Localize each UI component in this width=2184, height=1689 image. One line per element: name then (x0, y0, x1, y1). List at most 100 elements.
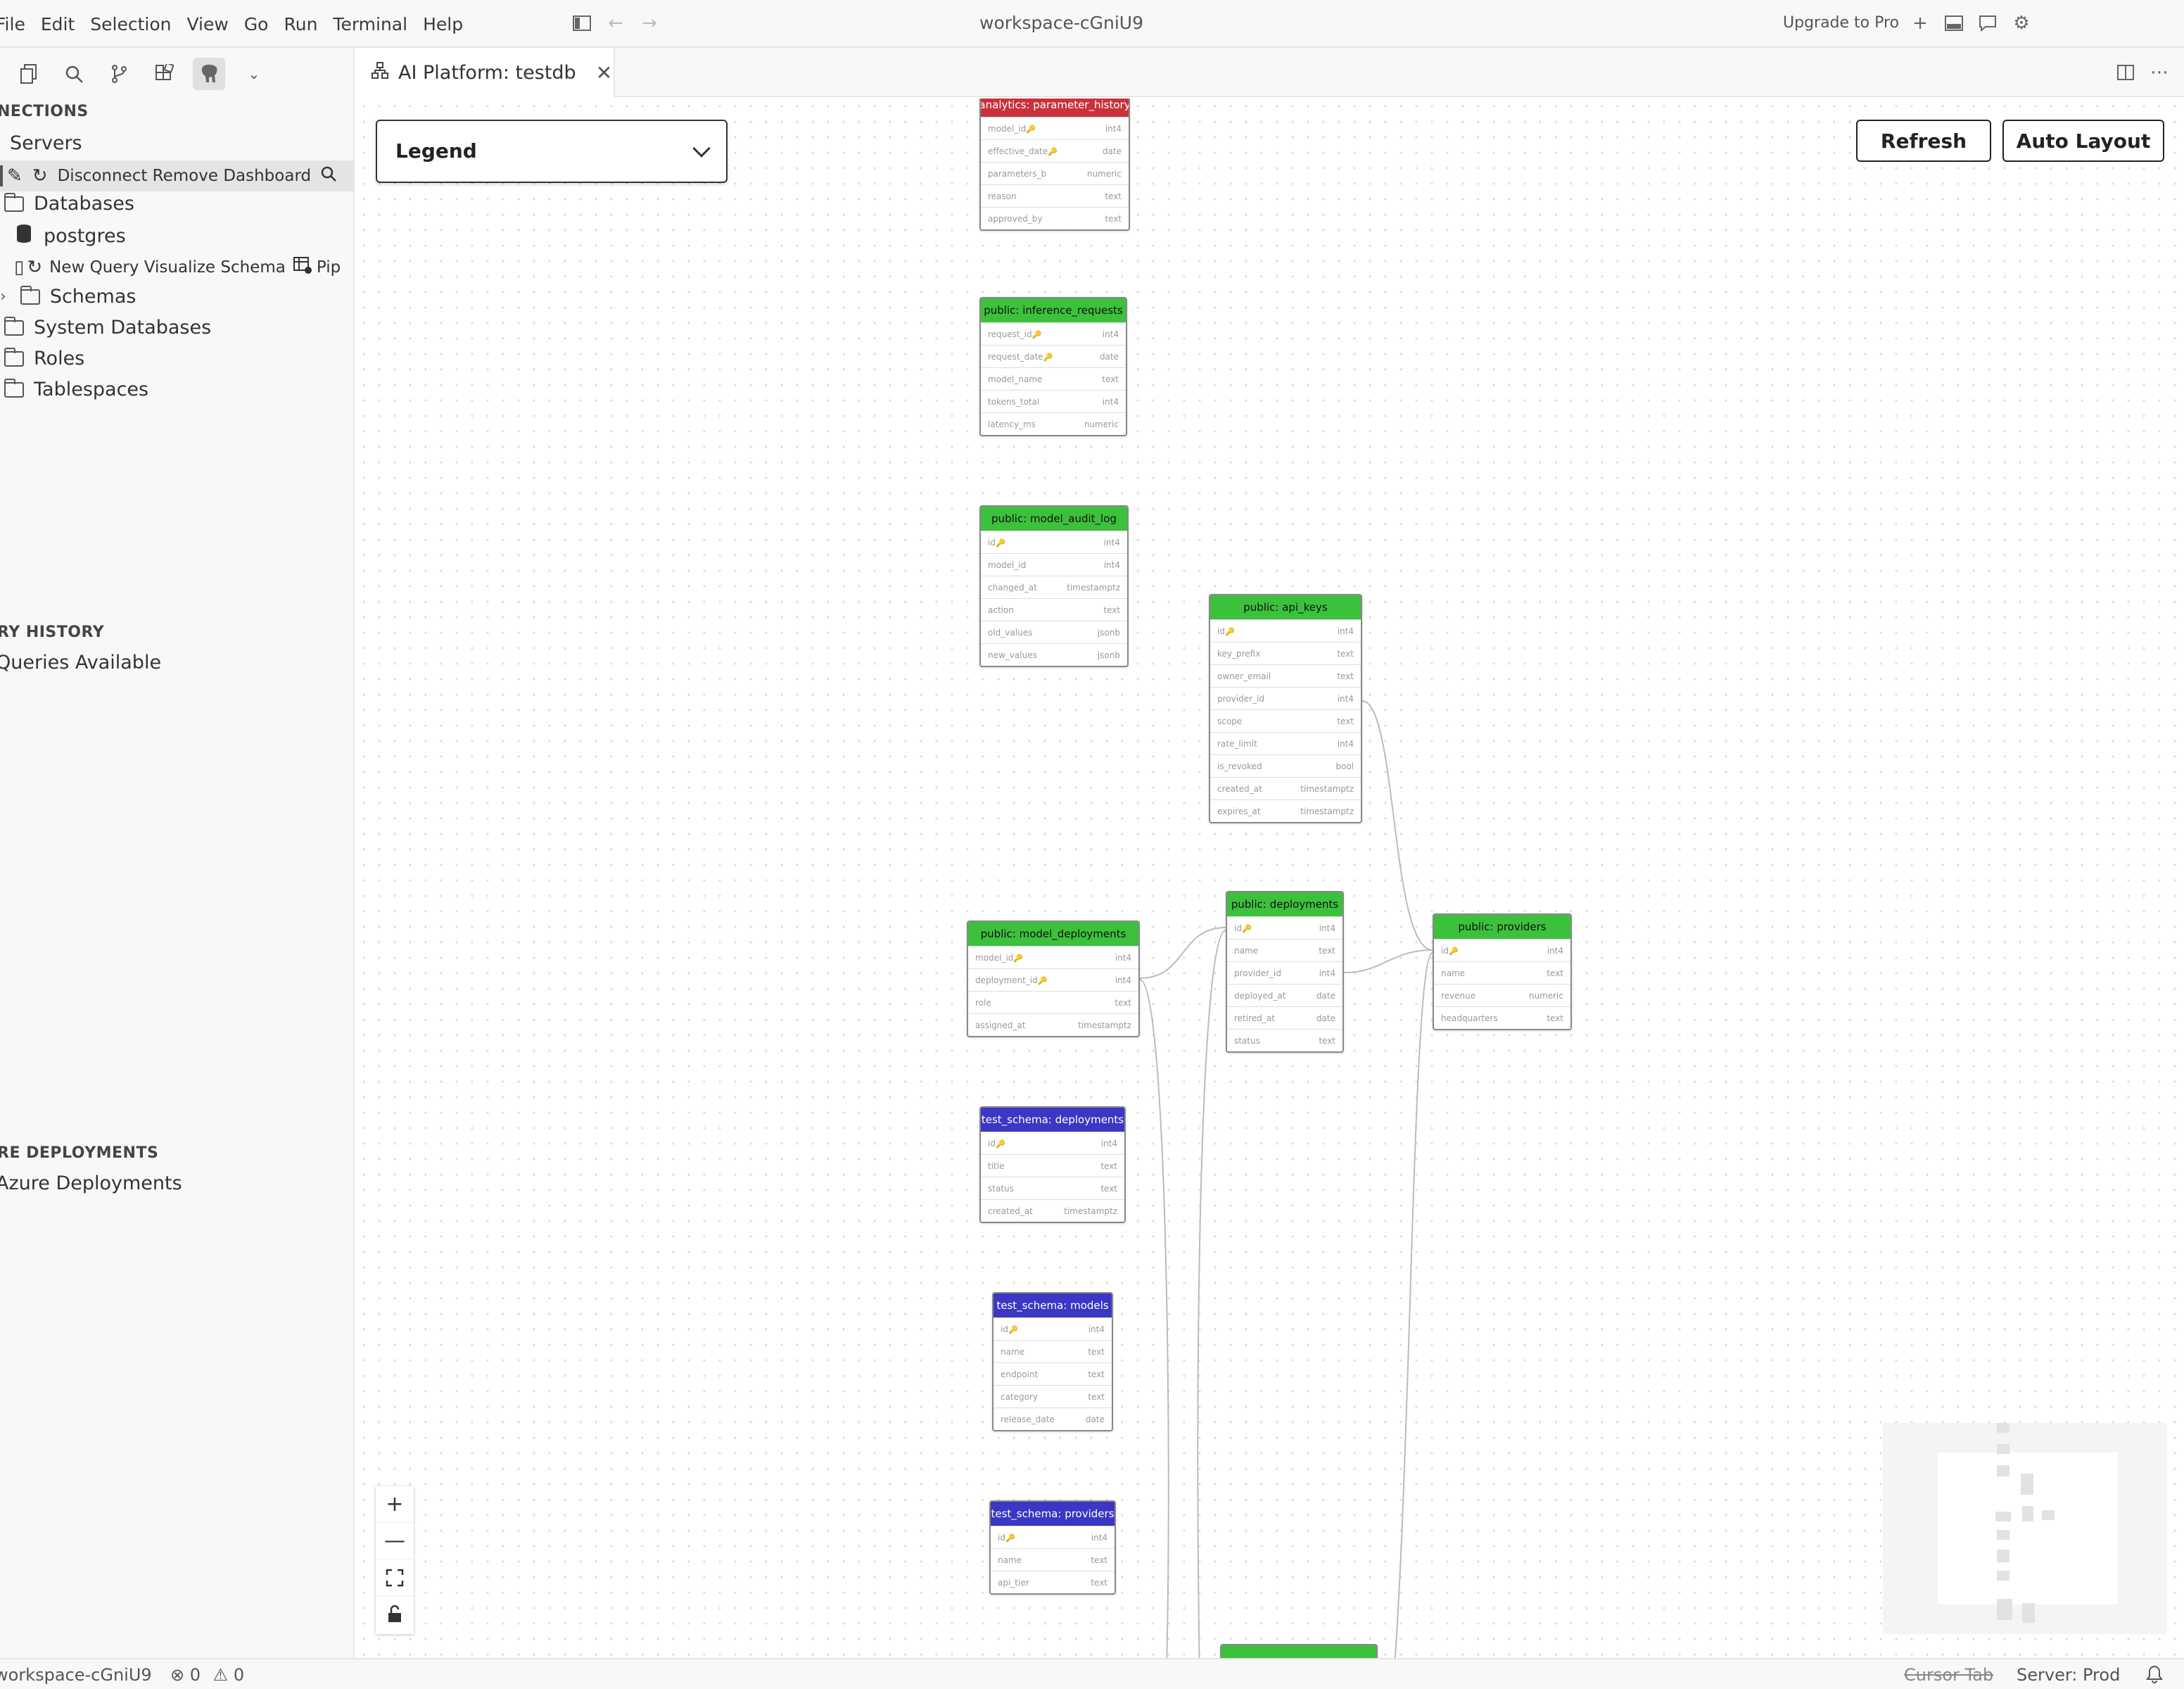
column-type: date (1102, 146, 1122, 156)
table-icon[interactable] (293, 256, 312, 279)
refresh-button[interactable]: Refresh (1856, 120, 1991, 162)
column-type: date (1099, 351, 1119, 362)
auto-layout-button[interactable]: Auto Layout (2002, 120, 2164, 162)
column-name: id🔑 (998, 1532, 1015, 1543)
erd-table[interactable]: analytics: parameter_history model_id🔑 int… (979, 99, 1130, 231)
tree-tablespaces[interactable]: Tablespaces (4, 378, 148, 400)
erd-column-row: parameters_b numeric (981, 162, 1129, 184)
minimap[interactable] (1883, 1423, 2167, 1634)
tree-schemas[interactable]: › Schemas (0, 285, 136, 308)
column-name: role (975, 997, 991, 1008)
column-name: rate_limit (1217, 738, 1257, 749)
menu-go[interactable]: Go (244, 14, 269, 34)
tree-system-databases[interactable]: System Databases (4, 316, 211, 339)
db-actions[interactable]: New Query Visualize Schema (49, 258, 286, 277)
problems-indicator[interactable]: ⊗ 0 ⚠ 0 (170, 1665, 244, 1685)
erd-table[interactable]: public: deployments id🔑 int4 name text provid… (1226, 891, 1344, 1053)
erd-column-row: name text (1227, 939, 1342, 961)
column-name: status (988, 1183, 1014, 1194)
menu-selection[interactable]: Selection (90, 14, 171, 34)
query-history-header: RY HISTORY (0, 624, 105, 641)
menu-view[interactable]: View (186, 14, 228, 34)
tree-postgres[interactable]: postgres (15, 224, 126, 248)
erd-table[interactable]: public: providers id🔑 int4 name text revenue n… (1433, 913, 1572, 1030)
pipeline-action[interactable]: Pip (317, 258, 341, 277)
tree-databases[interactable]: Databases (4, 192, 134, 215)
menu-edit[interactable]: Edit (41, 14, 75, 34)
deployments-empty: Azure Deployments (0, 1172, 182, 1194)
chevron-down-icon[interactable]: ⌄ (238, 58, 270, 90)
column-type: bool (1335, 761, 1354, 771)
bell-icon[interactable] (2146, 1665, 2163, 1688)
erd-column-row: name text (1434, 961, 1570, 984)
column-name: name (1001, 1346, 1025, 1357)
erd-table[interactable]: test_schema: models id🔑 int4 name text endpoi… (992, 1292, 1113, 1431)
erd-table[interactable]: test_schema: providers id🔑 int4 name text api… (989, 1500, 1116, 1595)
erd-column-row: id🔑 int4 (981, 1132, 1124, 1154)
column-name: effective_date🔑 (988, 146, 1058, 156)
zoom-in-button[interactable]: + (376, 1486, 414, 1523)
refresh-icon[interactable]: ↻ (27, 257, 42, 278)
extensions-icon[interactable] (148, 58, 180, 90)
explorer-icon[interactable] (13, 58, 45, 90)
column-name: id🔑 (1001, 1324, 1018, 1334)
relationship-edge (1139, 979, 1169, 1658)
zoom-out-button[interactable]: — (376, 1523, 414, 1560)
tree-servers[interactable]: Servers (10, 132, 82, 154)
column-type: int4 (1102, 329, 1119, 339)
column-type: int4 (1115, 975, 1131, 985)
gear-icon[interactable]: ⚙ (2010, 11, 2033, 35)
close-icon[interactable]: ✕ (596, 61, 612, 84)
minimap-node (1997, 1599, 2012, 1620)
column-type: text (1102, 374, 1119, 384)
erd-table[interactable]: public: api_keys id🔑 int4 key_prefix text own… (1209, 594, 1362, 823)
toggle-sidebar-icon[interactable] (570, 11, 594, 35)
erd-table-title: test_schema: deployments (981, 1108, 1124, 1132)
erd-table[interactable]: public: model_deployments model_id🔑 int4 de… (967, 921, 1140, 1037)
tab-ai-platform[interactable]: AI Platform: testdb ✕ (356, 48, 615, 97)
db-actions-row: ▯ ↻ New Query Visualize Schema Pip (14, 256, 341, 279)
erd-table-title: public: api_keys (1210, 595, 1361, 619)
column-type: text (1088, 1369, 1105, 1379)
server-actions[interactable]: Disconnect Remove Dashboard (58, 167, 312, 185)
erd-table[interactable]: public: inference_requests request_id🔑 int… (979, 297, 1127, 436)
lock-icon[interactable] (376, 1596, 414, 1633)
erd-table-title: public: model_audit_log (981, 507, 1127, 531)
erd-column-row: release_date date (993, 1408, 1112, 1430)
fit-view-icon[interactable] (376, 1560, 414, 1596)
more-actions-icon[interactable]: ⋯ (2147, 61, 2171, 84)
column-type: text (1337, 648, 1354, 659)
split-editor-icon[interactable] (2114, 61, 2138, 84)
warnings-count: 0 (233, 1665, 245, 1685)
column-type: text (1100, 1160, 1117, 1171)
minimap-node (1997, 1423, 2010, 1433)
elephant-icon[interactable] (193, 58, 225, 90)
status-workspace[interactable]: workspace-cGniU9 (0, 1665, 152, 1685)
erd-table[interactable]: public: model_audit_log id🔑 int4 model_id in… (979, 505, 1129, 667)
cursor-tab-status[interactable]: Cursor Tab (1904, 1665, 1993, 1685)
back-arrow-icon[interactable]: ← (604, 11, 628, 35)
pencil-icon[interactable]: ✎ (7, 165, 23, 186)
panel-icon[interactable] (1942, 11, 1966, 35)
server-status[interactable]: Server: Prod (2017, 1665, 2120, 1685)
refresh-icon[interactable]: ↻ (32, 165, 48, 186)
erd-table[interactable]: test_schema: deployments id🔑 int4 title text… (979, 1106, 1126, 1223)
schema-canvas[interactable]: Legend Refresh Auto Layout analytics: pa… (356, 99, 2184, 1658)
erd-table-partial[interactable] (1220, 1644, 1378, 1658)
erd-column-row: request_id🔑 int4 (981, 322, 1126, 345)
menu-run[interactable]: Run (284, 14, 317, 34)
column-type: int4 (1100, 1138, 1117, 1149)
search-icon[interactable] (319, 165, 338, 187)
search-icon[interactable] (58, 58, 90, 90)
menu-terminal[interactable]: Terminal (333, 14, 407, 34)
menu-help[interactable]: Help (423, 14, 463, 34)
tree-roles[interactable]: Roles (4, 347, 84, 369)
chat-icon[interactable] (1976, 11, 2000, 35)
forward-arrow-icon[interactable]: → (637, 11, 661, 35)
minimap-node (1997, 1550, 2010, 1562)
source-control-icon[interactable] (103, 58, 135, 90)
upgrade-link[interactable]: Upgrade to Pro (1783, 14, 1899, 32)
legend-dropdown[interactable]: Legend (376, 120, 728, 183)
plus-icon[interactable]: + (1908, 11, 1932, 35)
menu-file[interactable]: File (0, 14, 25, 34)
